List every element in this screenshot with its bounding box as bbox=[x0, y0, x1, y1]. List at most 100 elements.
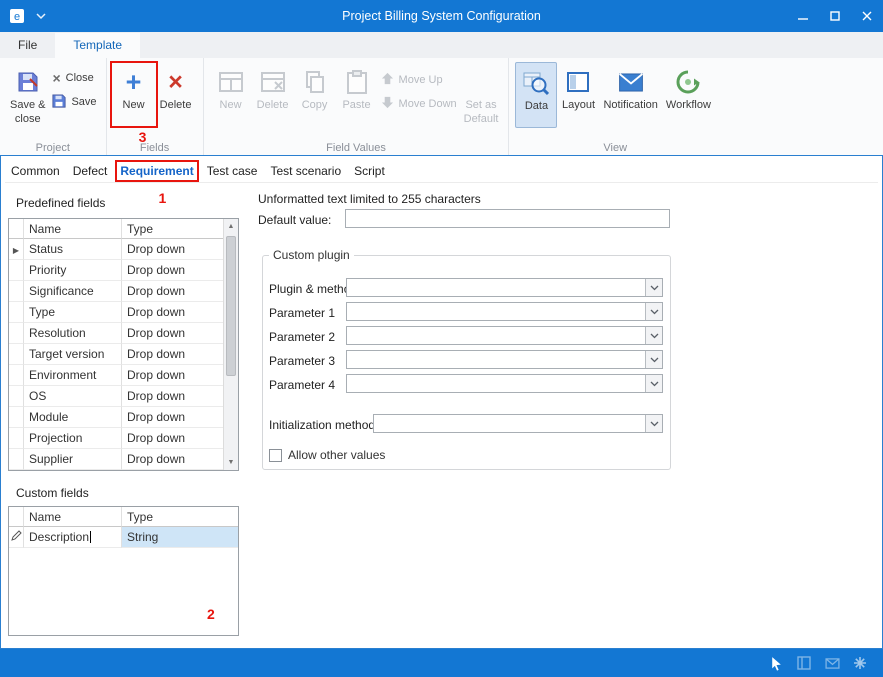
chevron-down-icon[interactable] bbox=[645, 351, 662, 368]
move-up-button[interactable]: Move Up bbox=[378, 70, 460, 90]
save-close-label-2: close bbox=[15, 113, 41, 125]
set-default-label-2: Default bbox=[464, 113, 499, 125]
quick-access-chevron-icon[interactable] bbox=[36, 9, 46, 23]
field-type-info-text: Unformatted text limited to 255 characte… bbox=[258, 192, 481, 206]
delete-field-button[interactable]: × Delete bbox=[155, 62, 197, 128]
new-field-button[interactable]: + New 3 bbox=[113, 62, 155, 128]
tab-requirement[interactable]: Requirement 1 bbox=[120, 164, 193, 178]
view-layout-button[interactable]: Layout bbox=[557, 62, 599, 128]
scroll-up-icon[interactable]: ▲ bbox=[224, 219, 238, 234]
view-workflow-button[interactable]: Workflow bbox=[662, 62, 715, 128]
custom-field-name-cell-editing[interactable]: Description 4 bbox=[24, 527, 122, 548]
tab-file[interactable]: File bbox=[0, 33, 55, 58]
allow-other-values-checkbox-row[interactable]: Allow other values bbox=[269, 448, 385, 462]
scrollbar-thumb[interactable] bbox=[226, 236, 236, 376]
save-icon bbox=[52, 94, 66, 111]
checkbox-icon[interactable] bbox=[269, 449, 282, 462]
chevron-down-icon[interactable] bbox=[645, 415, 662, 432]
copy-button[interactable]: Copy bbox=[294, 62, 336, 128]
paste-icon bbox=[346, 67, 368, 97]
group-label-view: View bbox=[509, 142, 720, 154]
ribbon-group-project: Save & close × Close Save Project bbox=[0, 58, 107, 155]
plugin-method-label: Plugin & method bbox=[269, 282, 357, 296]
table-row[interactable]: Target version Drop down bbox=[9, 344, 223, 365]
parameter2-dropdown[interactable] bbox=[346, 326, 663, 345]
delete-value-label: Delete bbox=[257, 99, 289, 111]
initialization-method-dropdown[interactable] bbox=[373, 414, 663, 433]
table-row[interactable]: Resolution Drop down bbox=[9, 323, 223, 344]
chevron-down-icon[interactable] bbox=[645, 327, 662, 344]
move-down-button[interactable]: Move Down bbox=[378, 94, 460, 114]
data-view-status-icon[interactable] bbox=[767, 654, 785, 672]
parameter3-dropdown[interactable] bbox=[346, 350, 663, 369]
paste-button[interactable]: Paste bbox=[336, 62, 378, 128]
view-data-label: Data bbox=[525, 100, 548, 112]
row-selector-header bbox=[9, 219, 24, 239]
group-label-field-values: Field Values bbox=[204, 142, 509, 154]
delete-field-label: Delete bbox=[160, 99, 192, 111]
plugin-method-dropdown[interactable] bbox=[346, 278, 663, 297]
custom-table-empty-area: 2 bbox=[9, 548, 238, 635]
tab-common[interactable]: Common bbox=[11, 164, 60, 178]
delete-value-button[interactable]: Delete bbox=[252, 62, 294, 128]
delete-x-icon: × bbox=[168, 67, 183, 97]
chevron-down-icon[interactable] bbox=[645, 375, 662, 392]
plus-icon: + bbox=[126, 67, 142, 97]
save-label: Save bbox=[71, 96, 96, 108]
table-row[interactable]: OS Drop down bbox=[9, 386, 223, 407]
tab-test-case[interactable]: Test case bbox=[207, 164, 258, 178]
envelope-icon bbox=[618, 67, 644, 97]
grid-new-icon bbox=[219, 67, 243, 97]
layout-status-icon[interactable] bbox=[795, 654, 813, 672]
tab-test-scenario[interactable]: Test scenario bbox=[270, 164, 341, 178]
table-row[interactable]: Supplier Drop down bbox=[9, 449, 223, 470]
minimize-button[interactable] bbox=[787, 0, 819, 32]
chevron-down-icon[interactable] bbox=[645, 303, 662, 320]
new-value-label: New bbox=[220, 99, 242, 111]
workflow-status-icon[interactable] bbox=[851, 654, 869, 672]
vertical-scrollbar[interactable]: ▲ ▼ bbox=[223, 219, 238, 470]
default-value-input[interactable] bbox=[345, 209, 670, 228]
svg-text:e: e bbox=[14, 11, 20, 23]
copy-icon bbox=[304, 67, 326, 97]
table-row[interactable]: ▶ Status Drop down bbox=[9, 239, 223, 260]
close-template-button[interactable]: × Close bbox=[49, 68, 99, 88]
table-row[interactable]: Priority Drop down bbox=[9, 260, 223, 281]
custom-field-type-cell[interactable]: String bbox=[122, 527, 238, 548]
current-row-icon: ▶ bbox=[13, 246, 19, 255]
maximize-button[interactable] bbox=[819, 0, 851, 32]
edit-pencil-icon bbox=[11, 530, 22, 544]
copy-label: Copy bbox=[302, 99, 328, 111]
save-close-label-1: Save & bbox=[10, 99, 45, 111]
close-button[interactable] bbox=[851, 0, 883, 32]
table-row[interactable]: Environment Drop down bbox=[9, 365, 223, 386]
new-value-button[interactable]: New bbox=[210, 62, 252, 128]
view-notification-button[interactable]: Notification bbox=[599, 62, 661, 128]
custom-field-row[interactable]: Description 4 String bbox=[9, 527, 238, 548]
save-button[interactable]: Save bbox=[49, 92, 99, 112]
scrollbar-track[interactable] bbox=[224, 234, 238, 455]
set-as-default-button[interactable]: Set as Default bbox=[460, 62, 503, 128]
notification-status-icon[interactable] bbox=[823, 654, 841, 672]
save-and-close-button[interactable]: Save & close bbox=[6, 62, 49, 128]
table-row[interactable]: Significance Drop down bbox=[9, 281, 223, 302]
workflow-icon bbox=[676, 67, 700, 97]
table-row[interactable]: Type Drop down bbox=[9, 302, 223, 323]
status-bar bbox=[0, 649, 883, 677]
tab-script[interactable]: Script bbox=[354, 164, 385, 178]
scroll-down-icon[interactable]: ▼ bbox=[224, 455, 238, 470]
tab-defect[interactable]: Defect bbox=[73, 164, 108, 178]
table-row[interactable]: Projection Drop down bbox=[9, 428, 223, 449]
parameter4-dropdown[interactable] bbox=[346, 374, 663, 393]
predefined-table-header: Name Type bbox=[9, 219, 223, 239]
move-up-label: Move Up bbox=[399, 74, 443, 86]
arrow-up-icon bbox=[381, 72, 394, 88]
view-data-button[interactable]: Data bbox=[515, 62, 557, 128]
table-row[interactable]: Module Drop down bbox=[9, 407, 223, 428]
tab-template[interactable]: Template bbox=[55, 33, 140, 58]
chevron-down-icon[interactable] bbox=[645, 279, 662, 296]
parameter1-dropdown[interactable] bbox=[346, 302, 663, 321]
column-header-type: Type bbox=[122, 219, 223, 239]
custom-fields-title: Custom fields bbox=[16, 486, 89, 500]
text-caret bbox=[90, 531, 91, 543]
